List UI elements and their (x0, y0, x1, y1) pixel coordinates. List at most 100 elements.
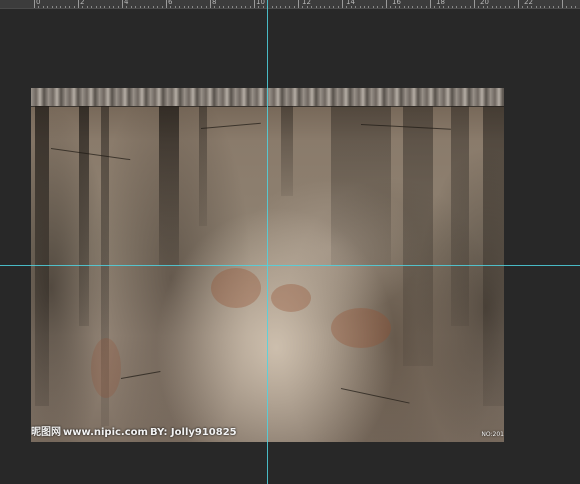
ruler-tick (289, 6, 290, 8)
rust-stain (91, 338, 121, 398)
ruler-tick (56, 6, 57, 8)
ruler-tick (109, 6, 110, 8)
ruler-tick (452, 6, 453, 8)
ruler-tick (553, 6, 554, 8)
ruler-tick (294, 6, 295, 8)
ruler-tick (298, 0, 299, 8)
watermark-number: NO:201 (481, 431, 504, 438)
ruler-label: 22 (524, 0, 533, 6)
watermark-logo: 昵图网 (31, 427, 61, 438)
rust-stain (271, 284, 311, 312)
ruler-tick (518, 0, 519, 8)
ruler-tick (254, 0, 255, 8)
ruler-tick (492, 6, 493, 8)
ruler-tick (417, 6, 418, 8)
ruler-tick (131, 6, 132, 8)
ruler-tick (404, 6, 405, 8)
ruler-tick (386, 0, 387, 8)
ruler-tick (483, 6, 484, 8)
ruler-tick (355, 6, 356, 8)
ruler-label: 8 (212, 0, 217, 6)
wall-crack (120, 371, 161, 379)
ruler-tick (316, 6, 317, 8)
ruler-tick (496, 6, 497, 8)
ruler-tick (333, 6, 334, 8)
ruler-tick (201, 6, 202, 8)
ruler-tick (320, 6, 321, 8)
vertical-guide[interactable] (267, 0, 268, 484)
ruler-tick (434, 6, 435, 8)
ruler-tick (104, 6, 105, 8)
watermark-site: www.nipic.com (63, 427, 148, 438)
ruler-tick (170, 6, 171, 8)
ruler-tick (549, 6, 550, 8)
ruler-tick (311, 6, 312, 8)
ruler-tick (82, 6, 83, 8)
ruler-tick (232, 6, 233, 8)
photoshop-workspace: 0 2 4 6 8 10 12 14 16 18 20 22 昵图网 www.n… (0, 0, 580, 484)
ruler-tick (285, 6, 286, 8)
ruler-tick (206, 6, 207, 8)
wall-crack (200, 122, 261, 129)
dark-streak (35, 106, 49, 406)
ruler-tick (470, 6, 471, 8)
ruler-tick (412, 6, 413, 8)
ruler-tick (197, 6, 198, 8)
ruler-tick (38, 6, 39, 8)
dark-streak (403, 106, 433, 366)
ruler-tick (219, 6, 220, 8)
dark-streak (451, 106, 469, 326)
ruler-label: 18 (436, 0, 445, 6)
ruler-tick (536, 6, 537, 8)
ruler-tick (228, 6, 229, 8)
wall-crack (50, 148, 131, 161)
horizontal-ruler[interactable]: 0 2 4 6 8 10 12 14 16 18 20 22 (0, 0, 580, 9)
ruler-tick (214, 6, 215, 8)
ruler-tick (364, 6, 365, 8)
ruler-label: 2 (80, 0, 85, 6)
ruler-tick (448, 6, 449, 8)
ruler-tick (487, 6, 488, 8)
ruler-tick (390, 6, 391, 8)
ruler-tick (566, 6, 567, 8)
ruler-label: 20 (480, 0, 489, 6)
ruler-tick (351, 6, 352, 8)
horizontal-guide[interactable] (0, 265, 580, 266)
dark-streak (79, 106, 89, 326)
ruler-tick (126, 6, 127, 8)
ruler-tick (250, 6, 251, 8)
ruler-tick (360, 6, 361, 8)
ruler-tick (91, 6, 92, 8)
ruler-tick (342, 0, 343, 8)
ruler-tick (188, 6, 189, 8)
ruler-tick (192, 6, 193, 8)
ruler-tick (368, 6, 369, 8)
ruler-tick (505, 6, 506, 8)
ruler-tick (421, 6, 422, 8)
ruler-tick (527, 6, 528, 8)
ruler-tick (96, 6, 97, 8)
ruler-tick (113, 6, 114, 8)
ruler-tick (509, 6, 510, 8)
ruler-tick (60, 6, 61, 8)
ruler-tick (280, 6, 281, 8)
ruler-tick (122, 0, 123, 8)
ruler-tick (263, 6, 264, 8)
ruler-tick (140, 6, 141, 8)
dark-streak (483, 106, 504, 406)
ruler-tick (272, 6, 273, 8)
ruler-tick (43, 6, 44, 8)
ruler-tick (474, 0, 475, 8)
ruler-tick (100, 6, 101, 8)
ruler-tick (157, 6, 158, 8)
ruler-tick (236, 6, 237, 8)
ruler-tick (34, 0, 35, 8)
ruler-tick (338, 6, 339, 8)
ruler-tick (307, 6, 308, 8)
ruler-tick (514, 6, 515, 8)
ruler-tick (399, 6, 400, 8)
ruler-tick (162, 6, 163, 8)
ruler-tick (52, 6, 53, 8)
ruler-tick (166, 0, 167, 8)
ruler-tick (461, 6, 462, 8)
